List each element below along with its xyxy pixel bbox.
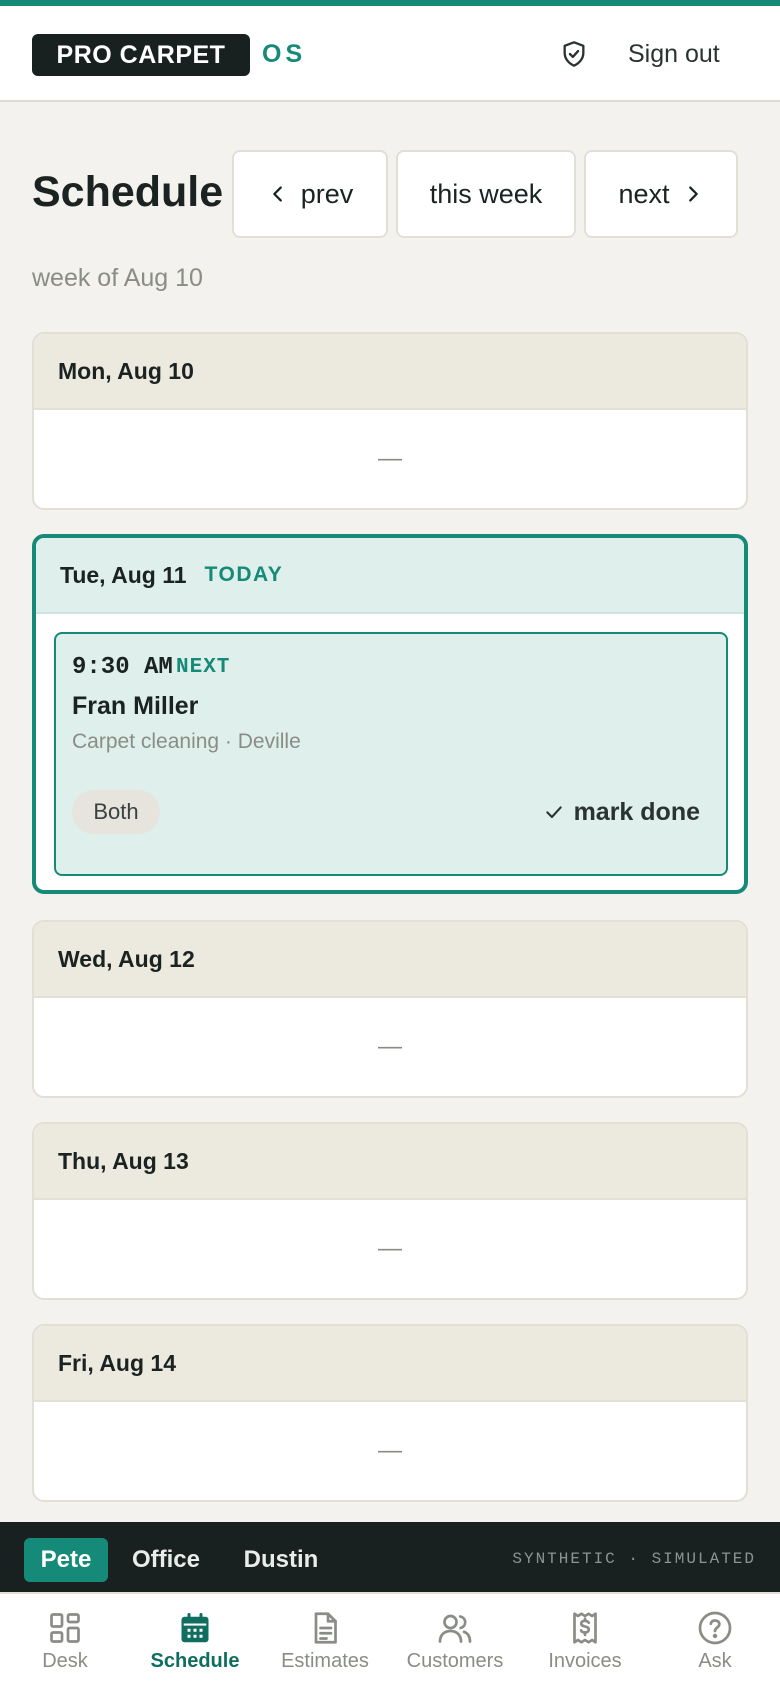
day-card-fri: Fri, Aug 14 —	[32, 1324, 748, 1502]
check-icon	[545, 806, 562, 819]
help-circle-icon	[698, 1611, 732, 1645]
nav-label: Desk	[42, 1650, 88, 1672]
user-switcher-bar: Pete Office Dustin SYNTHETIC · SIMULATED	[0, 1522, 780, 1592]
day-empty-placeholder: —	[378, 1437, 402, 1464]
crew-pill: Both	[72, 790, 160, 834]
appointment-detail: Carpet cleaning · Deville	[72, 730, 301, 753]
nav-item-estimates[interactable]: Estimates	[260, 1610, 390, 1686]
week-of-label: week of Aug 10	[32, 264, 203, 292]
document-icon	[314, 1612, 337, 1644]
appointment-time: 9:30 AM	[72, 654, 173, 681]
today-badge: TODAY	[204, 563, 284, 586]
users-icon	[438, 1614, 472, 1643]
next-label: next	[618, 178, 670, 209]
day-card-tue-today: Tue, Aug 11 TODAY 9:30 AM NEXT Fran Mill…	[32, 534, 748, 894]
user-tab-office[interactable]: Office	[122, 1538, 210, 1582]
day-header: Tue, Aug 11 TODAY	[36, 538, 744, 614]
calendar-icon	[181, 1613, 209, 1643]
day-card-wed: Wed, Aug 12 —	[32, 920, 748, 1098]
day-header: Thu, Aug 13	[34, 1124, 746, 1200]
nav-item-invoices[interactable]: Invoices	[520, 1610, 650, 1686]
nav-label: Customers	[406, 1650, 504, 1672]
day-card-mon: Mon, Aug 10 —	[32, 332, 748, 510]
day-label: Tue, Aug 11	[60, 561, 187, 588]
prev-label: prev	[300, 178, 354, 209]
nav-label: Invoices	[548, 1650, 622, 1672]
nav-label: Schedule	[150, 1650, 240, 1672]
nav-item-ask[interactable]: Ask	[650, 1610, 780, 1686]
day-empty-placeholder: —	[378, 445, 402, 472]
appointment-card[interactable]: 9:30 AM NEXT Fran Miller Carpet cleaning…	[54, 632, 728, 876]
nav-item-schedule[interactable]: Schedule	[130, 1610, 260, 1686]
brand-suffix: OS	[262, 40, 307, 68]
page-title: Schedule	[32, 168, 224, 216]
prev-week-button[interactable]: prev	[232, 150, 388, 238]
day-card-thu: Thu, Aug 13 —	[32, 1122, 748, 1300]
day-header: Wed, Aug 12	[34, 922, 746, 998]
receipt-dollar-icon	[573, 1612, 597, 1644]
nav-label: Ask	[698, 1650, 732, 1672]
next-week-button[interactable]: next	[584, 150, 738, 238]
grid-icon	[50, 1613, 80, 1643]
brand-logo: PRO CARPET	[32, 34, 250, 76]
day-header: Fri, Aug 14	[34, 1326, 746, 1402]
this-week-button[interactable]: this week	[396, 150, 576, 238]
chevron-right-icon	[688, 186, 698, 202]
customer-name: Fran Miller	[72, 692, 199, 720]
app-header: PRO CARPET OS Sign out	[0, 6, 780, 102]
shield-check-icon[interactable]	[560, 40, 588, 68]
day-empty-placeholder: —	[378, 1235, 402, 1262]
user-tab-pete[interactable]: Pete	[24, 1538, 108, 1582]
next-badge: NEXT	[176, 656, 231, 679]
nav-label: Estimates	[281, 1650, 369, 1672]
nav-item-desk[interactable]: Desk	[0, 1610, 130, 1686]
sign-out-link[interactable]: Sign out	[628, 34, 720, 74]
mark-done-button[interactable]: mark done	[544, 790, 700, 834]
user-tab-dustin[interactable]: Dustin	[236, 1538, 326, 1582]
day-header: Mon, Aug 10	[34, 334, 746, 410]
synthetic-notice: SYNTHETIC · SIMULATED	[512, 1550, 756, 1568]
nav-item-customers[interactable]: Customers	[390, 1610, 520, 1686]
chevron-left-icon	[272, 186, 282, 202]
day-empty-placeholder: —	[378, 1033, 402, 1060]
bottom-nav: Desk Schedule Estimates Customers Invoic…	[0, 1592, 780, 1688]
this-week-label: this week	[429, 178, 543, 209]
mark-done-label: mark done	[573, 797, 700, 826]
